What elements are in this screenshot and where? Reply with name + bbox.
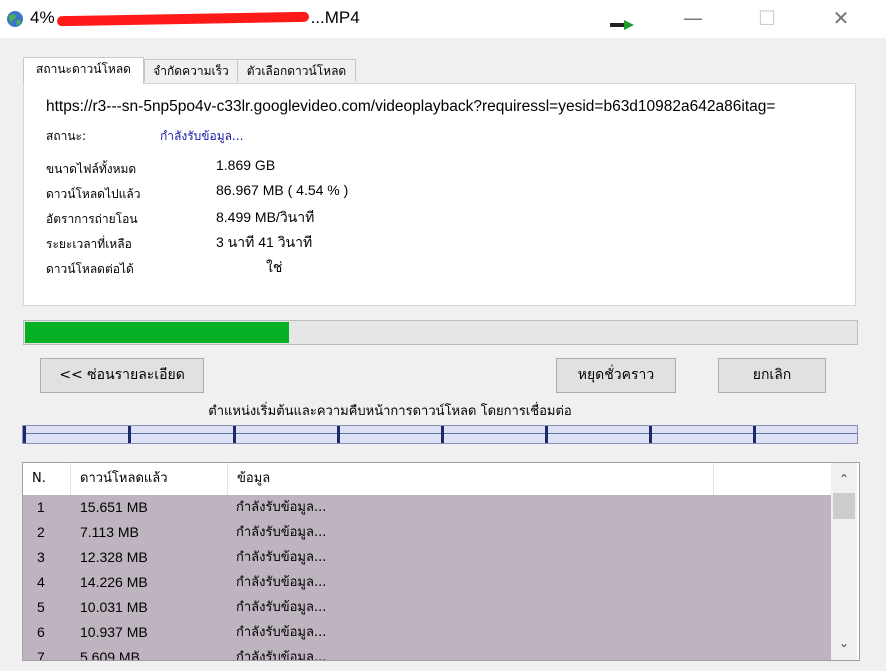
title-extension: ...MP4 <box>310 8 360 27</box>
row-info: กำลังรับข้อมูล... <box>236 550 327 565</box>
row-number: 3 <box>37 549 45 565</box>
scroll-thumb[interactable] <box>833 493 855 519</box>
downloaded-label: ดาวน์โหลดไปแล้ว <box>46 187 141 201</box>
resume-capability-label: ดาวน์โหลดต่อได้ <box>46 262 134 276</box>
transfer-rate-value: 8.499 MB/วินาที <box>216 209 315 225</box>
row-downloaded: 15.651 MB <box>80 499 148 515</box>
connections-table: N. ดาวน์โหลดแล้ว ข้อมูล 1 15.651 MB กำลั… <box>22 462 860 661</box>
table-row[interactable]: 3 12.328 MB กำลังรับข้อมูล... <box>23 545 831 570</box>
row-number: 7 <box>37 649 45 661</box>
time-left-value: 3 นาที 41 วินาที <box>216 234 313 250</box>
row-number: 6 <box>37 624 45 640</box>
time-left-label: ระยะเวลาที่เหลือ <box>46 237 132 251</box>
row-downloaded: 14.226 MB <box>80 574 148 590</box>
connections-caption: ตำแหน่งเริ่มต้นและความคืบหน้าการดาวน์โหล… <box>208 404 572 419</box>
table-body: 1 15.651 MB กำลังรับข้อมูล... 2 7.113 MB… <box>23 495 831 660</box>
hide-details-button[interactable]: << ซ่อนรายละเอียด <box>40 358 204 393</box>
segment-baseline <box>23 433 857 434</box>
status-label: สถานะ: <box>46 129 87 143</box>
minimize-button[interactable]: — <box>670 0 716 38</box>
tab-download-options[interactable]: ตัวเลือกดาวน์โหลด <box>237 59 356 82</box>
table-row[interactable]: 6 10.937 MB กำลังรับข้อมูล... <box>23 620 831 645</box>
row-downloaded: 7.113 MB <box>80 524 139 540</box>
resume-capability-value: ใช่ <box>266 259 283 275</box>
row-info: กำลังรับข้อมูล... <box>236 625 327 640</box>
row-downloaded: 10.031 MB <box>80 599 148 615</box>
download-progress-bar <box>23 320 858 345</box>
row-info: กำลังรับข้อมูล... <box>236 525 327 540</box>
row-info: กำลังรับข้อมูล... <box>236 650 327 661</box>
green-arrow-icon <box>610 20 634 30</box>
file-size-value: 1.869 GB <box>216 157 276 173</box>
segment-marker <box>337 426 340 443</box>
download-url: https://r3---sn-5np5po4v-c33lr.googlevid… <box>46 98 776 115</box>
segment-marker <box>128 426 131 443</box>
vertical-scrollbar[interactable]: ⌃ ⌄ <box>831 463 857 660</box>
status-panel: https://r3---sn-5np5po4v-c33lr.googlevid… <box>23 83 856 306</box>
row-info: กำลังรับข้อมูล... <box>236 600 327 615</box>
segment-marker <box>23 426 26 443</box>
row-number: 4 <box>37 574 45 590</box>
close-button[interactable]: ✕ <box>818 0 864 38</box>
row-downloaded: 12.328 MB <box>80 549 148 565</box>
row-number: 1 <box>37 499 45 515</box>
progress-fill <box>25 322 289 343</box>
segment-marker <box>649 426 652 443</box>
table-row[interactable]: 4 14.226 MB กำลังรับข้อมูล... <box>23 570 831 595</box>
tab-download-status[interactable]: สถานะดาวน์โหลด <box>23 57 144 84</box>
row-number: 5 <box>37 599 45 615</box>
file-size-label: ขนาดไฟล์ทั้งหมด <box>46 162 137 176</box>
title-bar: 4% ...MP4 — ☐ ✕ <box>0 0 886 38</box>
connection-segments-bar <box>22 425 858 444</box>
table-row[interactable]: 7 5.609 MB กำลังรับข้อมูล... <box>23 645 831 661</box>
segment-marker <box>545 426 548 443</box>
row-downloaded: 10.937 MB <box>80 624 148 640</box>
transfer-rate-label: อัตราการถ่ายโอน <box>46 212 138 226</box>
row-info: กำลังรับข้อมูล... <box>236 575 327 590</box>
table-header: N. ดาวน์โหลดแล้ว ข้อมูล <box>23 463 831 495</box>
window-title: 4% ...MP4 <box>30 8 360 28</box>
segment-marker <box>233 426 236 443</box>
redacted-filename <box>56 11 309 26</box>
row-number: 2 <box>37 524 45 540</box>
column-header-info[interactable]: ข้อมูล <box>228 463 714 495</box>
row-downloaded: 5.609 MB <box>80 649 140 661</box>
tab-speed-limit[interactable]: จำกัดความเร็ว <box>144 59 238 82</box>
title-progress: 4% <box>30 8 55 27</box>
status-value: กำลังรับข้อมูล... <box>160 129 244 143</box>
table-row[interactable]: 5 10.031 MB กำลังรับข้อมูล... <box>23 595 831 620</box>
column-header-downloaded[interactable]: ดาวน์โหลดแล้ว <box>71 463 228 495</box>
globe-download-icon <box>7 11 23 27</box>
row-info: กำลังรับข้อมูล... <box>236 500 327 515</box>
scroll-up-icon[interactable]: ⌃ <box>831 467 857 491</box>
segment-marker <box>441 426 444 443</box>
pause-button[interactable]: หยุดชั่วคราว <box>556 358 676 393</box>
maximize-button[interactable]: ☐ <box>744 0 790 38</box>
cancel-button[interactable]: ยกเลิก <box>718 358 826 393</box>
scroll-down-icon[interactable]: ⌄ <box>831 631 857 655</box>
downloaded-value: 86.967 MB ( 4.54 % ) <box>216 182 349 198</box>
table-row[interactable]: 2 7.113 MB กำลังรับข้อมูล... <box>23 520 831 545</box>
column-header-n[interactable]: N. <box>23 463 71 495</box>
table-row[interactable]: 1 15.651 MB กำลังรับข้อมูล... <box>23 495 831 520</box>
segment-marker <box>753 426 756 443</box>
column-header-empty[interactable] <box>714 463 831 495</box>
